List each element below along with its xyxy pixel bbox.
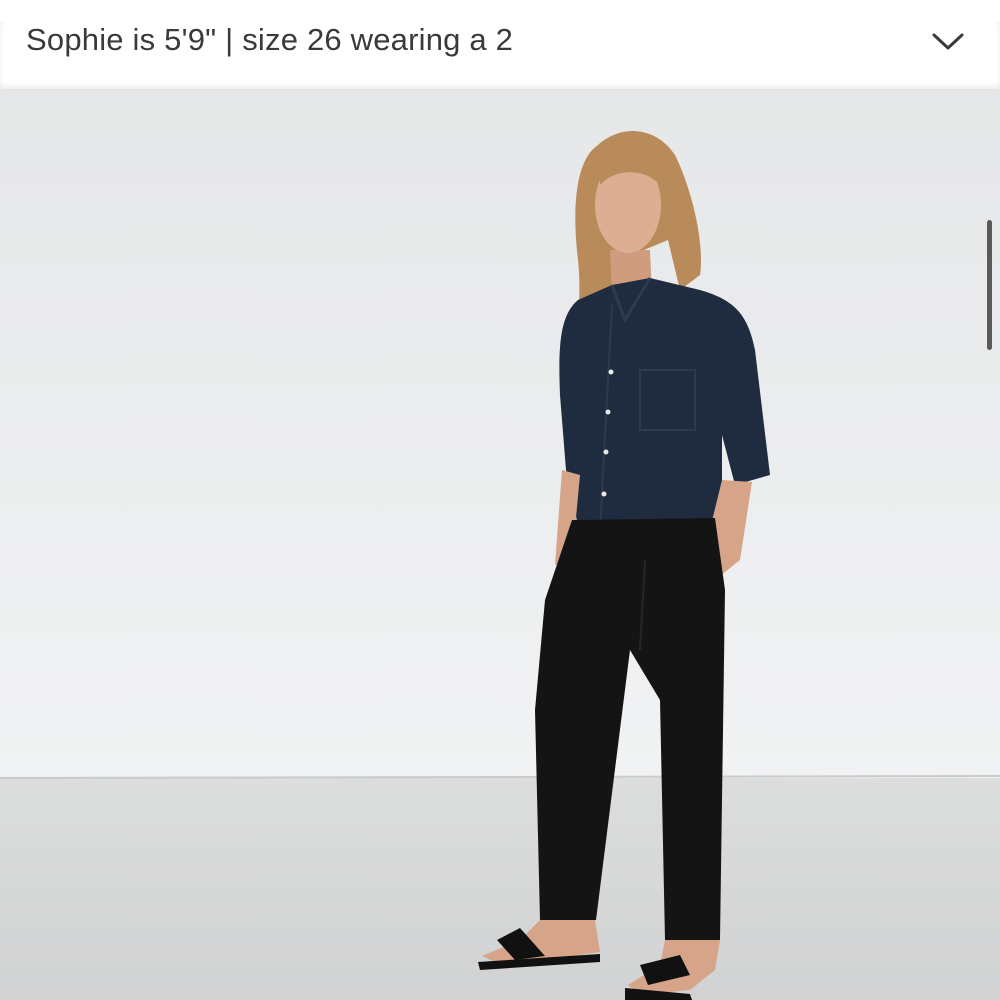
model-info-accordion[interactable]: Sophie is 5'9" | size 26 wearing a 2	[0, 22, 1000, 90]
product-page: Sophie is 5'9" | size 26 wearing a 2	[0, 0, 1000, 1000]
chevron-down-icon[interactable]	[931, 30, 965, 52]
product-photo[interactable]	[0, 90, 1000, 1000]
scrollbar[interactable]	[987, 220, 992, 350]
top-strip	[0, 0, 1000, 22]
backdrop-wall	[0, 90, 1000, 778]
model-photo-illustration	[0, 90, 1000, 1000]
model-info-text: Sophie is 5'9" | size 26 wearing a 2	[26, 22, 514, 57]
